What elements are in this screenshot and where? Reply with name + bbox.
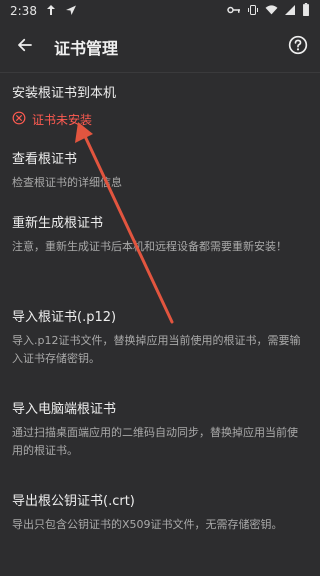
arrow-back-icon [16, 36, 34, 58]
settings-list: 安装根证书到本机 证书未安装 查看根证书 检查根证书的详细信息 重新生成根证书 … [0, 78, 320, 576]
error-circle-icon [12, 110, 26, 129]
status-bar: 2:38 [0, 0, 320, 22]
item-title: 导出根公钥证书(.crt) [12, 494, 135, 509]
item-subtitle: 检查根证书的详细信息 [12, 176, 122, 189]
item-title: 安装根证书到本机 [12, 86, 117, 101]
list-item-import-desktop-cert[interactable]: 导入电脑端根证书 通过扫描桌面端应用的二维码自动同步，替换掉应用当前使用的根证书… [0, 392, 320, 484]
send-icon [65, 4, 77, 19]
battery-icon [302, 3, 310, 19]
list-item-regenerate-cert[interactable]: 重新生成根证书 注意，重新生成证书后本机和远程设备都需要重新安装！ [0, 206, 320, 300]
item-title: 重新生成根证书 [12, 216, 104, 231]
item-subtitle: 注意，重新生成证书后本机和远程设备都需要重新安装！ [12, 240, 287, 253]
notification-icon [45, 4, 57, 19]
item-subtitle: 通过扫描桌面端应用的二维码自动同步，替换掉应用当前使用的根证书。 [12, 426, 298, 457]
wifi-icon [265, 4, 278, 19]
item-title: 导入电脑端根证书 [12, 402, 117, 417]
back-button[interactable] [0, 22, 50, 72]
list-item-install-cert[interactable]: 安装根证书到本机 证书未安装 [0, 78, 320, 140]
error-text: 证书未安装 [32, 113, 93, 127]
list-item-export-crt[interactable]: 导出根公钥证书(.crt) 导出只包含公钥证书的X509证书文件，无需存储密钥。 [0, 484, 320, 576]
list-item-view-cert[interactable]: 查看根证书 检查根证书的详细信息 [0, 140, 320, 206]
error-status: 证书未安装 [12, 110, 308, 129]
status-time: 2:38 [10, 4, 37, 18]
help-button[interactable] [276, 22, 320, 72]
item-subtitle: 导入.p12证书文件，替换掉应用当前使用的根证书，需要输入证书存储密钥。 [12, 334, 301, 365]
item-title: 查看根证书 [12, 152, 78, 167]
item-subtitle: 导出只包含公钥证书的X509证书文件，无需存储密钥。 [12, 518, 283, 531]
app-bar: 证书管理 [0, 22, 320, 72]
item-title: 导入根证书(.p12) [12, 310, 117, 325]
list-item-import-p12[interactable]: 导入根证书(.p12) 导入.p12证书文件，替换掉应用当前使用的根证书，需要输… [0, 300, 320, 392]
vibrate-icon [247, 4, 259, 19]
signal-icon [284, 4, 296, 19]
vpn-key-icon [227, 4, 241, 19]
help-icon [288, 35, 308, 59]
page-title: 证书管理 [54, 39, 119, 58]
header-divider [0, 72, 320, 73]
